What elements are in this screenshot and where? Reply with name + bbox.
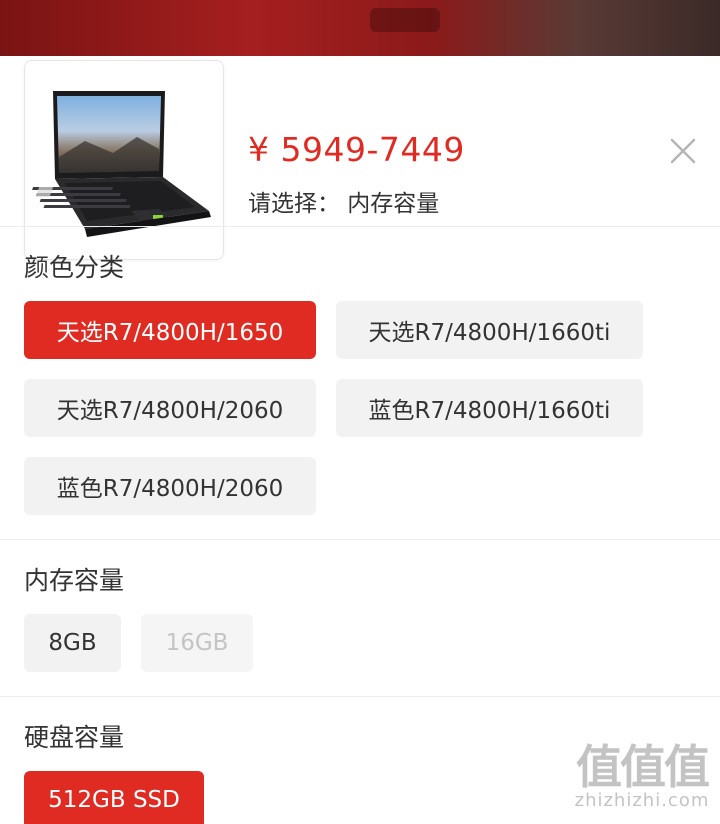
- price-range: ¥ 5949-7449: [248, 130, 465, 169]
- option-color-1[interactable]: 天选R7/4800H/1650: [24, 301, 316, 359]
- banner-decoration: [370, 8, 440, 32]
- watermark-url: zhizhizhi.com: [574, 790, 710, 811]
- laptop-image: [25, 61, 223, 259]
- selection-hint: 请选择： 内存容量: [248, 191, 440, 217]
- product-thumbnail: [24, 60, 224, 260]
- option-color-5[interactable]: 蓝色R7/4800H/2060: [24, 457, 316, 515]
- divider: [0, 539, 720, 540]
- option-color-3[interactable]: 天选R7/4800H/2060: [24, 379, 316, 437]
- background-banner: [0, 0, 720, 56]
- watermark: 值值值 zhizhizhi.com: [568, 742, 716, 811]
- watermark-logo: 值值值: [576, 740, 710, 794]
- option-memory-8gb[interactable]: 8GB: [24, 614, 121, 672]
- sku-selector-sheet: ¥ 5949-7449 请选择： 内存容量 颜色分类 天选R7/4800H/16…: [0, 56, 720, 824]
- divider: [0, 226, 720, 227]
- option-color-4[interactable]: 蓝色R7/4800H/1660ti: [336, 379, 643, 437]
- memory-section-title: 内存容量: [24, 566, 125, 595]
- option-color-2[interactable]: 天选R7/4800H/1660ti: [336, 301, 643, 359]
- divider: [0, 696, 720, 697]
- close-icon[interactable]: [664, 132, 702, 170]
- option-memory-16gb[interactable]: 16GB: [141, 614, 253, 672]
- color-section-title: 颜色分类: [24, 253, 125, 282]
- option-storage-512gb[interactable]: 512GB SSD: [24, 771, 204, 824]
- storage-section-title: 硬盘容量: [24, 723, 125, 752]
